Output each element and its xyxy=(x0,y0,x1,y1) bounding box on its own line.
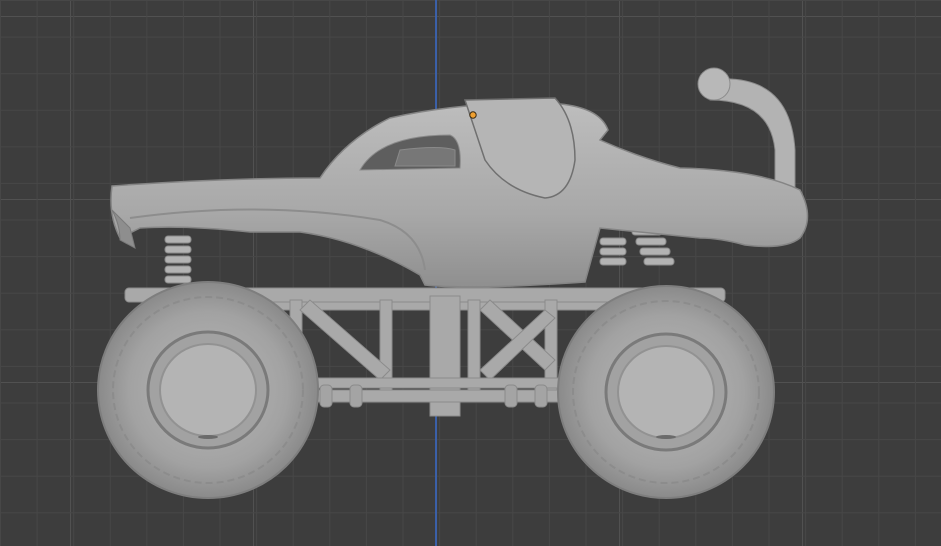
monster-truck-model[interactable] xyxy=(0,0,941,546)
lug-nut xyxy=(656,435,676,439)
3d-viewport[interactable] xyxy=(0,0,941,546)
exhaust-tip xyxy=(697,67,731,101)
front-suspension-spring xyxy=(164,235,192,284)
truck-body xyxy=(110,102,809,288)
lug-nut xyxy=(198,435,218,439)
object-origin-icon[interactable] xyxy=(469,111,477,119)
front-wheel xyxy=(97,281,319,499)
rear-wheel xyxy=(557,285,775,499)
side-window-frame xyxy=(394,147,456,167)
